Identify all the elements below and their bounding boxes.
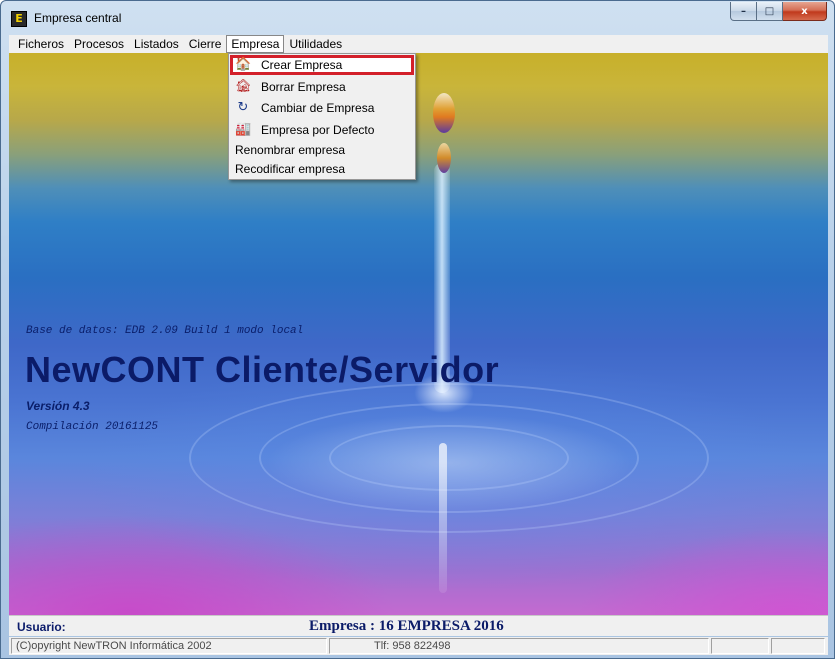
close-button[interactable]: x — [783, 2, 827, 21]
maximize-icon: □ — [764, 5, 775, 17]
menu-bar: Ficheros Procesos Listados Cierre Empres… — [9, 35, 828, 53]
title-bar[interactable]: E Empresa central – □ x — [1, 1, 834, 35]
current-company: Empresa : 16 EMPRESA 2016 — [309, 618, 504, 634]
water-drop-graphic — [437, 143, 451, 173]
factory-default-icon: 🏭 — [235, 122, 252, 137]
version-label: Versión 4.3 — [26, 399, 90, 413]
menu-cierre[interactable]: Cierre — [184, 35, 227, 53]
build-label: Compilación 20161125 — [26, 421, 159, 433]
status-panel-empty — [711, 638, 769, 654]
status-panel-empty — [771, 638, 825, 654]
minimize-button[interactable]: – — [730, 2, 757, 21]
caption-buttons: – □ x — [730, 2, 827, 22]
menu-item-renombrar-empresa[interactable]: Renombrar empresa — [230, 140, 414, 160]
minimize-icon: – — [741, 5, 746, 17]
menu-procesos[interactable]: Procesos — [69, 35, 129, 53]
status-bar: (C)opyright NewTRON Informática 2002 Tlf… — [9, 637, 828, 655]
menu-item-label: Renombrar empresa — [235, 143, 346, 157]
menu-item-label: Crear Empresa — [261, 58, 343, 72]
user-label: Usuario: — [17, 620, 66, 634]
menu-item-label: Recodificar empresa — [235, 162, 346, 176]
app-window: E Empresa central – □ x Ficheros Proceso… — [0, 0, 835, 659]
product-name: NewCONT Cliente/Servidor — [25, 349, 500, 390]
water-drop-graphic — [433, 93, 455, 133]
menu-item-recodificar-empresa[interactable]: Recodificar empresa — [230, 159, 414, 179]
splash-background: Base de datos: EDB 2.09 Build 1 modo loc… — [9, 53, 828, 615]
empresa-dropdown-menu: 🏠 Crear Empresa 🏚 Borrar Empresa ↻ Cambi… — [228, 53, 416, 180]
menu-item-label: Empresa por Defecto — [261, 123, 375, 137]
menu-utilidades[interactable]: Utilidades — [284, 35, 347, 53]
menu-item-label: Cambiar de Empresa — [261, 101, 375, 115]
database-info: Base de datos: EDB 2.09 Build 1 modo loc… — [26, 325, 304, 337]
menu-item-cambiar-empresa[interactable]: ↻ Cambiar de Empresa — [230, 98, 414, 118]
menu-item-borrar-empresa[interactable]: 🏚 Borrar Empresa — [230, 77, 414, 97]
menu-listados[interactable]: Listados — [129, 35, 184, 53]
menu-item-empresa-defecto[interactable]: 🏭 Empresa por Defecto — [230, 120, 414, 140]
change-icon: ↻ — [237, 100, 249, 115]
phone-panel: Tlf: 958 822498 — [329, 638, 709, 654]
menu-empresa[interactable]: Empresa — [226, 35, 285, 53]
status-bar-company: Usuario: Empresa : 16 EMPRESA 2016 — [9, 615, 828, 636]
building-delete-icon: 🏚 — [235, 79, 252, 94]
reflection-graphic — [439, 443, 447, 593]
close-icon: x — [801, 5, 808, 17]
menu-ficheros[interactable]: Ficheros — [13, 35, 69, 53]
menu-item-label: Borrar Empresa — [261, 80, 346, 94]
app-icon[interactable]: E — [11, 11, 27, 27]
menu-item-crear-empresa[interactable]: 🏠 Crear Empresa — [230, 55, 414, 75]
copyright-panel: (C)opyright NewTRON Informática 2002 — [11, 638, 327, 654]
window-title: Empresa central — [34, 11, 122, 25]
maximize-button[interactable]: □ — [757, 2, 783, 21]
building-add-icon: 🏠 — [235, 57, 252, 72]
